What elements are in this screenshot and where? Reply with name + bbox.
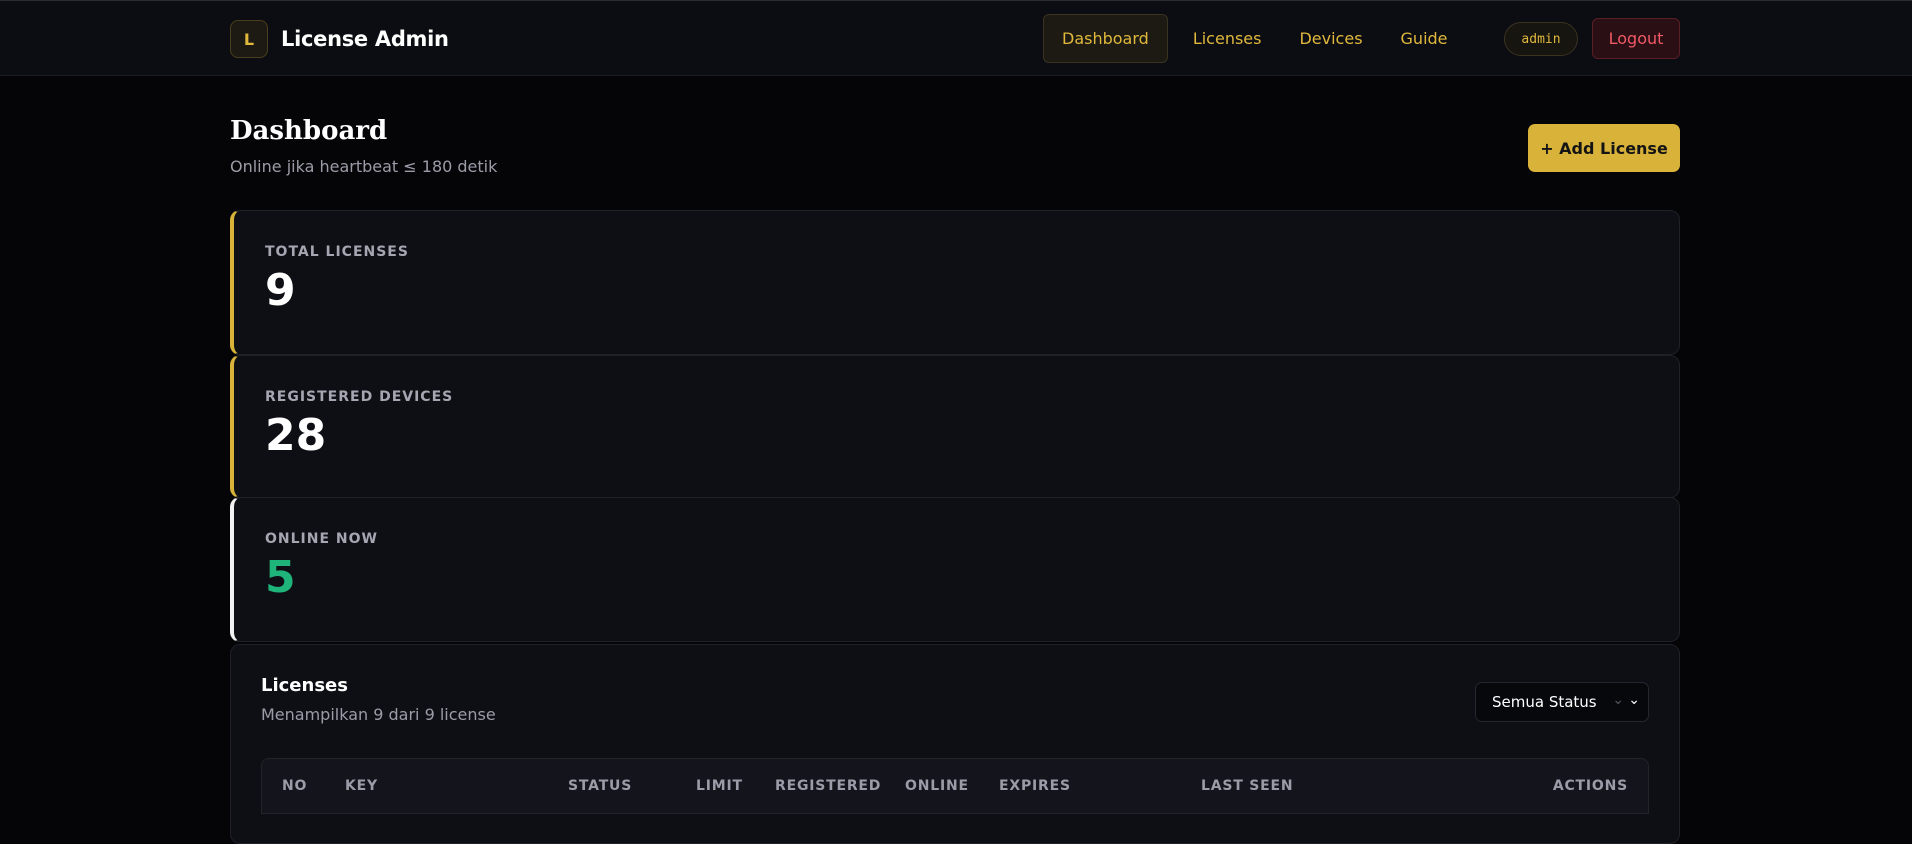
panel-title: Licenses — [261, 675, 348, 696]
column-header-last-seen[interactable]: LAST SEEN — [1201, 778, 1293, 794]
column-header-key[interactable]: KEY — [345, 778, 378, 794]
stat-label: TOTAL LICENSES — [265, 244, 409, 260]
column-header-status[interactable]: STATUS — [568, 778, 632, 794]
user-badge: admin — [1504, 22, 1578, 56]
nav-item-devices[interactable]: Devices — [1280, 14, 1381, 63]
licenses-table-header: NO KEY STATUS LIMIT REGISTERED ONLINE EX… — [261, 758, 1649, 814]
page-subtitle: Online jika heartbeat ≤ 180 detik — [230, 157, 498, 176]
brand-name: License Admin — [281, 27, 449, 51]
status-filter-value: Semua Status — [1492, 693, 1597, 711]
column-header-no[interactable]: NO — [282, 778, 307, 794]
stat-value: 28 — [265, 410, 327, 461]
stat-label: ONLINE NOW — [265, 531, 378, 547]
main-nav: Dashboard Licenses Devices Guide — [1043, 14, 1467, 63]
column-header-actions[interactable]: ACTIONS — [1553, 778, 1628, 794]
stat-value: 5 — [265, 552, 296, 603]
panel-subtitle: Menampilkan 9 dari 9 license — [261, 705, 496, 724]
stat-value: 9 — [265, 265, 296, 316]
stat-label: REGISTERED DEVICES — [265, 389, 454, 405]
chevron-down-icon: ⌄ — [1628, 692, 1640, 708]
licenses-panel: Licenses Menampilkan 9 dari 9 license Se… — [230, 644, 1680, 844]
nav-item-dashboard[interactable]: Dashboard — [1043, 14, 1168, 63]
stat-card-registered-devices: REGISTERED DEVICES 28 — [230, 355, 1680, 498]
stat-card-online-now: ONLINE NOW 5 — [230, 497, 1680, 642]
add-license-button[interactable]: + Add License — [1528, 124, 1680, 172]
logout-button[interactable]: Logout — [1592, 18, 1680, 59]
stat-card-total-licenses: TOTAL LICENSES 9 — [230, 210, 1680, 355]
status-filter-select[interactable]: Semua Status ⌄ ⌄ — [1475, 682, 1649, 722]
chevron-down-icon: ⌄ — [1612, 692, 1624, 708]
column-header-expires[interactable]: EXPIRES — [999, 778, 1071, 794]
brand-logo: L — [230, 20, 268, 58]
brand[interactable]: L License Admin — [230, 20, 449, 58]
page-title: Dashboard — [230, 116, 388, 146]
column-header-online[interactable]: ONLINE — [905, 778, 969, 794]
column-header-registered[interactable]: REGISTERED — [775, 778, 881, 794]
nav-item-licenses[interactable]: Licenses — [1174, 14, 1281, 63]
nav-item-guide[interactable]: Guide — [1382, 14, 1467, 63]
column-header-limit[interactable]: LIMIT — [696, 778, 743, 794]
top-navbar: L License Admin Dashboard Licenses Devic… — [0, 0, 1912, 76]
